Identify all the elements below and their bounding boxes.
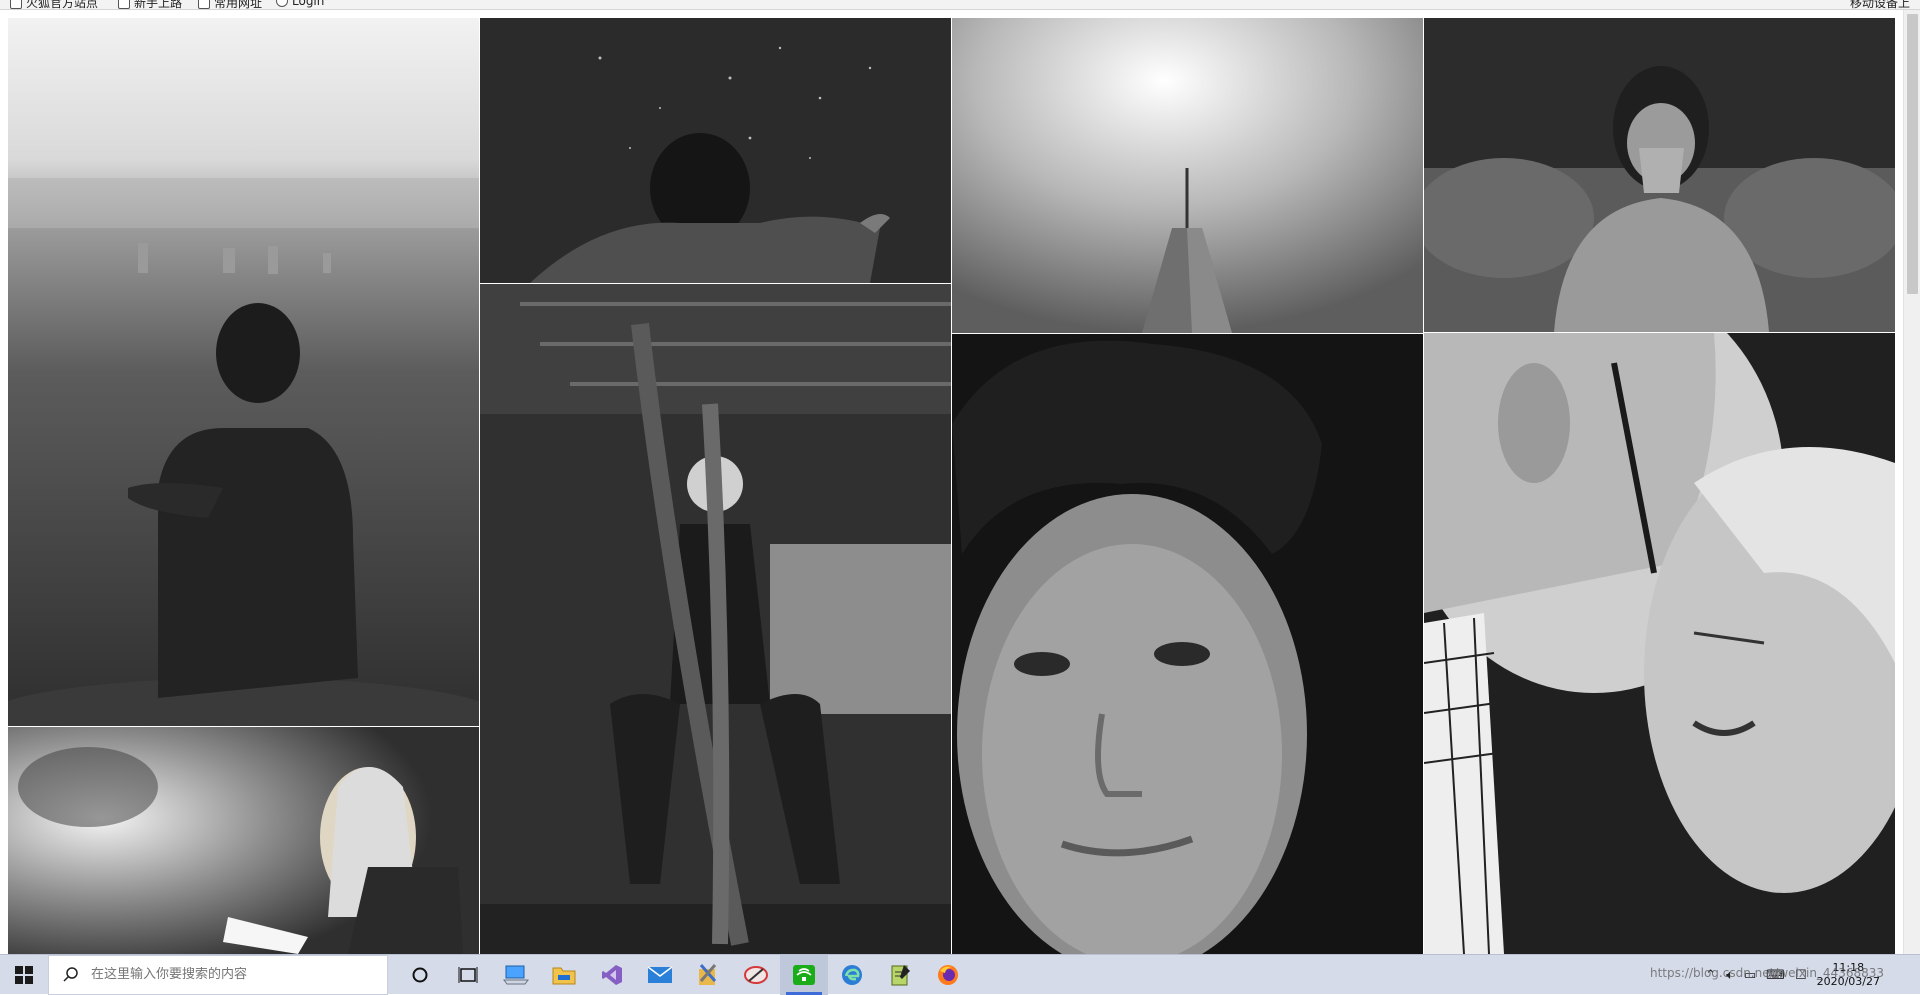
skyscraper-image	[952, 18, 1423, 333]
woman-reading-image	[8, 727, 479, 954]
gallery-image[interactable]	[480, 18, 951, 283]
gallery-image[interactable]	[480, 284, 951, 954]
gallery-image[interactable]	[8, 727, 479, 954]
start-button[interactable]	[0, 955, 48, 995]
battle-ropes-image	[480, 284, 951, 954]
mobile-bookmarks[interactable]: 移动设备上	[1850, 0, 1910, 9]
gallery-image[interactable]	[952, 334, 1423, 954]
woman-on-hill-image	[8, 18, 479, 726]
photo-gallery	[0, 10, 1920, 954]
gallery-image[interactable]	[8, 18, 479, 726]
globe-icon	[276, 0, 288, 7]
edge-icon[interactable]	[828, 955, 876, 995]
tools-icon[interactable]	[684, 955, 732, 995]
bookmark-item[interactable]: 火狐官方站点	[10, 0, 98, 9]
bookmark-icon	[10, 0, 22, 9]
woman-covering-face-image	[1424, 18, 1895, 332]
bookmark-item[interactable]: Login	[276, 0, 324, 8]
bookmark-item[interactable]: 新手上路	[118, 0, 182, 9]
elderly-couple-image	[1424, 333, 1895, 954]
scrollbar-thumb[interactable]	[1907, 14, 1918, 294]
mail-icon[interactable]	[636, 955, 684, 995]
man-portrait-image	[952, 334, 1423, 954]
task-view-icon[interactable]	[444, 955, 492, 995]
taskbar-search-box[interactable]	[48, 954, 388, 995]
taskbar: ⌃ 🔈︎ ▭ ⌨ ☐ 11:18 2020/03/27 https://blog…	[0, 954, 1920, 995]
vertical-scrollbar[interactable]	[1903, 10, 1920, 954]
visual-studio-icon[interactable]	[588, 955, 636, 995]
wechat-screen-icon[interactable]	[780, 954, 828, 995]
bookmarks-bar: 火狐官方站点 新手上路 常用网址 Login 移动设备上	[0, 0, 1920, 10]
cortana-icon[interactable]	[396, 955, 444, 995]
gallery-image[interactable]	[1424, 333, 1895, 954]
snipping-icon[interactable]	[732, 955, 780, 995]
windows-logo-icon	[15, 965, 33, 984]
gallery-image[interactable]	[952, 18, 1423, 333]
csdn-watermark: https://blog.csdn.net/weixin_44368833	[1649, 966, 1884, 980]
underwater-swimmer-image	[480, 18, 951, 283]
search-icon	[63, 966, 78, 982]
this-pc-icon[interactable]	[492, 955, 540, 995]
bookmark-icon	[198, 0, 210, 9]
bookmark-item[interactable]: 常用网址	[198, 0, 262, 9]
gallery-image[interactable]	[1424, 18, 1895, 332]
bookmark-icon	[118, 0, 130, 9]
firefox-icon[interactable]	[924, 955, 972, 995]
search-input[interactable]	[91, 967, 371, 982]
notepad-icon[interactable]	[876, 955, 924, 995]
file-explorer-icon[interactable]	[540, 955, 588, 995]
